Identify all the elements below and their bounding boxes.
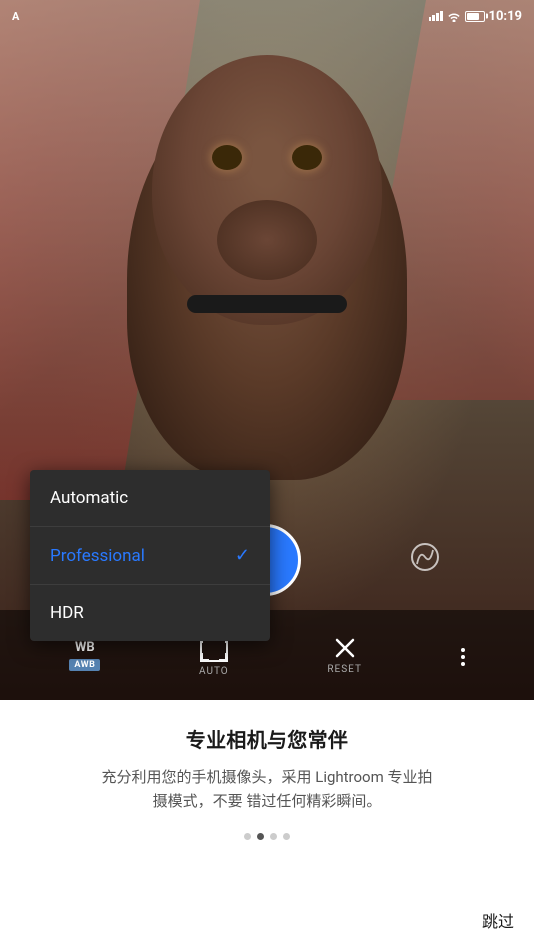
photo-dog-eye-left — [212, 145, 242, 170]
reset-button[interactable]: RESET — [327, 636, 362, 675]
more-dot-1 — [461, 648, 465, 652]
more-dot-2 — [461, 655, 465, 659]
wifi-icon — [447, 11, 461, 22]
menu-item-professional[interactable]: Professional ✓ — [30, 527, 270, 585]
reset-label: RESET — [327, 664, 362, 675]
page-dot-3 — [270, 833, 277, 840]
bottom-panel: 专业相机与您常伴 充分利用您的手机摄像头，采用 Lightroom 专业拍摄模式… — [0, 700, 534, 950]
signal-bar-2 — [432, 15, 435, 21]
panel-title: 专业相机与您常伴 — [186, 724, 348, 753]
menu-item-label-professional: Professional — [50, 546, 145, 566]
signal-icon — [429, 11, 443, 21]
status-right-group: 10:19 — [429, 9, 523, 24]
battery-fill — [467, 13, 480, 20]
photo-dog-collar — [187, 295, 347, 313]
status-bar: A 10:19 — [0, 0, 534, 28]
panel-description: 充分利用您的手机摄像头，采用 Lightroom 专业拍摄模式，不要 错过任何精… — [97, 765, 437, 813]
signal-bar-3 — [436, 13, 439, 21]
menu-item-label-hdr: HDR — [50, 603, 84, 623]
tone-curve-icon[interactable] — [410, 542, 440, 578]
page-dot-1 — [244, 833, 251, 840]
page-dot-4 — [283, 833, 290, 840]
battery-icon — [465, 11, 485, 22]
wb-button[interactable]: WB AWB — [69, 640, 100, 671]
awb-badge: AWB — [69, 659, 100, 671]
photo-dog-eye-right — [292, 145, 322, 170]
photo-dog-head — [152, 55, 382, 325]
menu-item-hdr[interactable]: HDR — [30, 585, 270, 641]
more-options-button[interactable] — [461, 644, 465, 666]
skip-button[interactable]: 跳过 — [482, 908, 514, 932]
auto-label: AUTO — [199, 666, 229, 677]
signal-bar-1 — [429, 17, 432, 21]
photo-dog-snout — [217, 200, 317, 280]
menu-item-automatic[interactable]: Automatic — [30, 470, 270, 527]
mode-dropdown[interactable]: Automatic Professional ✓ HDR — [30, 470, 270, 641]
page-dot-2 — [257, 833, 264, 840]
more-dot-3 — [461, 662, 465, 666]
selected-checkmark: ✓ — [235, 545, 250, 566]
wb-label: WB — [75, 640, 95, 655]
close-icon — [333, 636, 357, 660]
pagination-dots — [244, 833, 290, 840]
status-left-icon: A — [12, 10, 19, 23]
menu-item-label-automatic: Automatic — [50, 488, 128, 508]
signal-bar-4 — [440, 11, 443, 21]
time-display: 10:19 — [489, 9, 523, 24]
